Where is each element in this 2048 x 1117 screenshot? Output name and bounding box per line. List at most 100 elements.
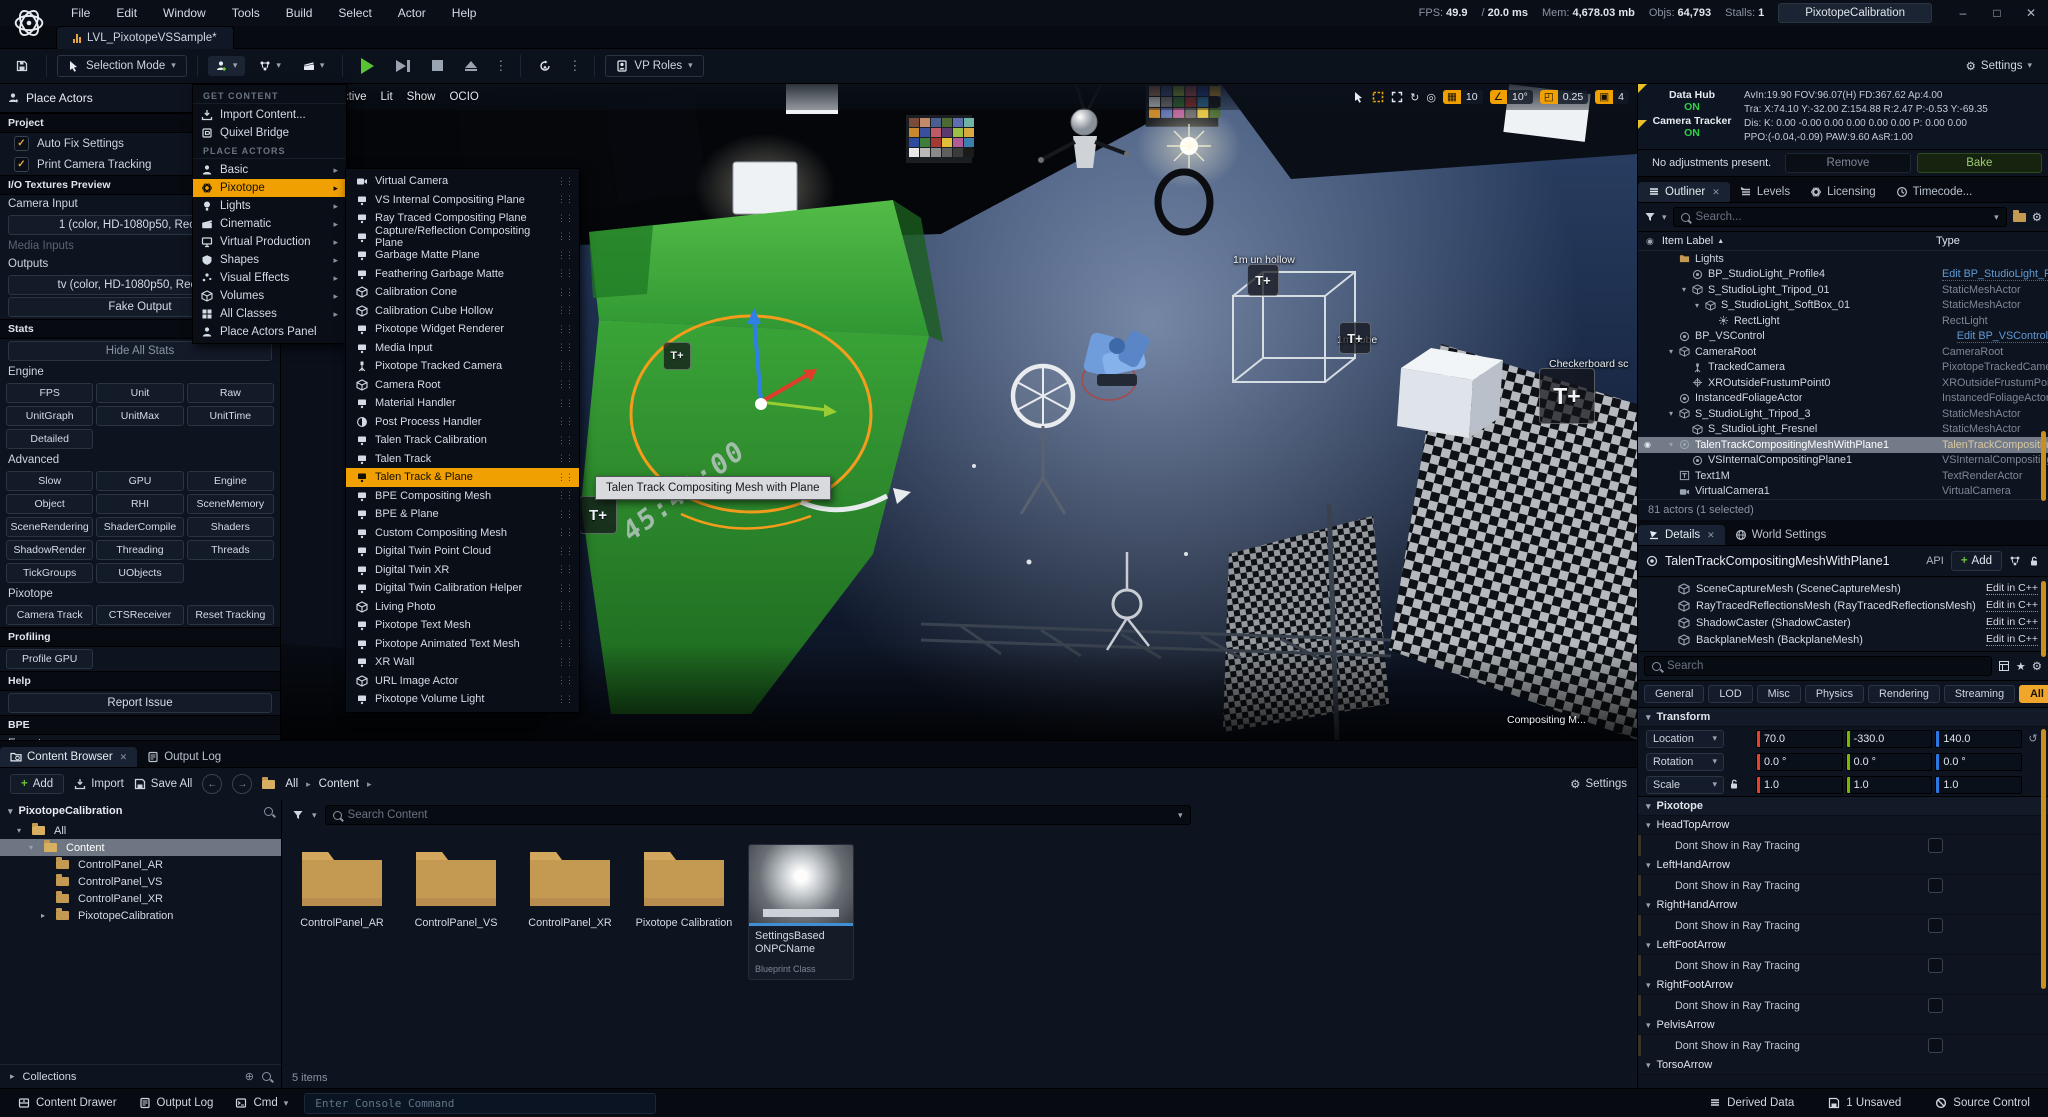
arrow-section-header[interactable]: ▾RightFootArrow	[1638, 976, 2048, 995]
content-folder[interactable]: Pixotope Calibration	[634, 844, 734, 930]
drag-handle-icon[interactable]: ⋮⋮	[557, 694, 573, 705]
expander-icon[interactable]: ▾	[1669, 347, 1679, 356]
drag-handle-icon[interactable]: ⋮⋮	[557, 453, 573, 464]
transform-value-input[interactable]: 70.0	[1756, 730, 1843, 748]
menu-file[interactable]: File	[58, 0, 103, 26]
new-folder-icon[interactable]	[2013, 213, 2026, 222]
submenu-item[interactable]: XR Wall⋮⋮	[346, 653, 579, 672]
outliner-row[interactable]: S_StudioLight_FresnelStaticMeshActor	[1638, 422, 2048, 438]
stat-button[interactable]: ShadowRender	[6, 540, 93, 560]
eye-column-icon[interactable]: ◉	[1646, 236, 1654, 247]
tab-details[interactable]: Details✕	[1638, 525, 1725, 545]
statusbar-1-unsaved[interactable]: 1 Unsaved	[1820, 1094, 1909, 1112]
drag-handle-icon[interactable]: ⋮⋮	[557, 583, 573, 594]
stat-button[interactable]: SceneMemory	[187, 494, 274, 514]
submenu-item[interactable]: Garbage Matte Plane⋮⋮	[346, 246, 579, 265]
checkbox[interactable]: ✓	[14, 136, 29, 151]
drag-handle-icon[interactable]: ⋮⋮	[557, 176, 573, 187]
arrow-section-header[interactable]: ▾LeftHandArrow	[1638, 856, 2048, 875]
menu-item[interactable]: Place Actors Panel	[193, 323, 346, 341]
vp-roles-selector[interactable]: VP Roles ▾	[605, 55, 703, 77]
filter-pill-all[interactable]: All	[2019, 685, 2048, 703]
forward-button[interactable]: →	[232, 774, 252, 794]
save-all-button[interactable]: Save All	[134, 778, 193, 790]
stat-button[interactable]: GPU	[96, 471, 183, 491]
outliner-row[interactable]: XROutsideFrustumPoint0XROutsideFrustumPo…	[1638, 375, 2048, 391]
drag-handle-icon[interactable]: ⋮⋮	[557, 416, 573, 427]
stat-button[interactable]: Slow	[6, 471, 93, 491]
transform-value-input[interactable]: -330.0	[1846, 730, 1933, 748]
cinematics-button[interactable]: ▾	[295, 56, 333, 76]
world-space-icon[interactable]: ◎	[1426, 91, 1436, 104]
outliner-row[interactable]: BP_StudioLight_Profile4Edit BP_StudioLig…	[1638, 267, 2048, 283]
gear-icon[interactable]: ⚙	[2032, 659, 2042, 673]
checkbox[interactable]	[1928, 1038, 1943, 1053]
outliner-row[interactable]: RectLightRectLight	[1638, 313, 2048, 329]
panel-button[interactable]: Hide All Stats	[8, 341, 272, 361]
cycle-transform-icon[interactable]: ↻	[1410, 91, 1419, 104]
breadcrumb-item[interactable]: Content	[319, 778, 359, 790]
menu-item[interactable]: Cinematic▸	[193, 215, 346, 233]
stat-button[interactable]: CTSReceiver	[96, 605, 183, 625]
collections-section[interactable]: ▸ Collections ⊕	[0, 1064, 281, 1088]
outliner-scrollbar[interactable]	[2041, 431, 2046, 501]
tree-item-content[interactable]: ▾Content	[0, 839, 281, 856]
drag-handle-icon[interactable]: ⋮⋮	[557, 527, 573, 538]
stat-button[interactable]: UnitTime	[187, 406, 274, 426]
restore-button[interactable]: □	[1980, 0, 2014, 26]
arrow-section-header[interactable]: ▾PelvisArrow	[1638, 1016, 2048, 1035]
search-icon[interactable]	[262, 1072, 271, 1081]
stat-button[interactable]: Detailed	[6, 429, 93, 449]
transform-axis-selector[interactable]: Location▾	[1646, 730, 1724, 748]
stat-button[interactable]: TickGroups	[6, 563, 93, 583]
stat-button[interactable]: UObjects	[96, 563, 183, 583]
outliner-row[interactable]: VSInternalCompositingPlane1VSInternalCom…	[1638, 453, 2048, 469]
import-button[interactable]: Import	[74, 778, 124, 790]
submenu-item[interactable]: Virtual Camera⋮⋮	[346, 172, 579, 191]
breadcrumb-item[interactable]: All	[285, 778, 298, 790]
eye-icon[interactable]: ◉	[1644, 440, 1656, 449]
drag-handle-icon[interactable]: ⋮⋮	[557, 361, 573, 372]
console-input[interactable]: Enter Console Command	[304, 1093, 656, 1114]
display-options-icon[interactable]	[1998, 660, 2010, 672]
play-button[interactable]	[353, 54, 382, 78]
drag-handle-icon[interactable]: ⋮⋮	[557, 620, 573, 631]
gear-icon[interactable]: ⚙	[2032, 210, 2042, 224]
stat-button[interactable]: Reset Tracking	[187, 605, 274, 625]
close-button[interactable]: ✕	[2014, 0, 2048, 26]
edit-in-cpp-link[interactable]: Edit in C++	[1986, 633, 2038, 646]
project-name-button[interactable]: PixotopeCalibration	[1778, 3, 1932, 23]
content-folder[interactable]: ControlPanel_XR	[520, 844, 620, 930]
tree-item-controlpanel_vs[interactable]: ControlPanel_VS	[0, 873, 281, 890]
drag-handle-icon[interactable]: ⋮⋮	[557, 472, 573, 483]
stat-button[interactable]: Engine	[187, 471, 274, 491]
drag-handle-icon[interactable]: ⋮⋮	[557, 564, 573, 575]
submenu-item[interactable]: Digital Twin XR⋮⋮	[346, 561, 579, 580]
snap-control[interactable]: ∠10°	[1490, 90, 1533, 104]
stat-button[interactable]: Shaders	[187, 517, 274, 537]
outliner-row[interactable]: InstancedFoliageActorInstancedFoliageAct…	[1638, 391, 2048, 407]
tab-content-browser[interactable]: Content Browser✕	[0, 747, 137, 767]
stat-button[interactable]: Camera Track	[6, 605, 93, 625]
arrow-section-header[interactable]: ▾TorsoArrow	[1638, 1056, 2048, 1075]
submenu-item[interactable]: Digital Twin Point Cloud⋮⋮	[346, 542, 579, 561]
tab-output-log[interactable]: Output Log	[137, 747, 231, 767]
transform-value-input[interactable]: 1.0	[1935, 776, 2022, 794]
tab-levels[interactable]: Levels	[1730, 182, 1800, 202]
stat-button[interactable]: UnitGraph	[6, 406, 93, 426]
outliner-item-type[interactable]: Edit BP_VSControl	[1957, 330, 2048, 343]
submenu-item[interactable]: Capture/Reflection Compositing Plane⋮⋮	[346, 228, 579, 247]
sources-header[interactable]: ▾ PixotopeCalibration	[0, 800, 281, 822]
filter-pill-streaming[interactable]: Streaming	[1944, 685, 2015, 703]
stat-button[interactable]: Unit	[96, 383, 183, 403]
outliner-item-type[interactable]: Edit BP_StudioLight_Profile4	[1942, 268, 2048, 281]
column-type-label[interactable]: Type	[1936, 235, 2040, 247]
content-folder[interactable]: ControlPanel_AR	[292, 844, 392, 930]
add-component-button[interactable]: +Add	[1951, 551, 2002, 571]
close-icon[interactable]: ✕	[1707, 530, 1715, 541]
component-row[interactable]: RayTracedReflectionsMesh (RayTracedRefle…	[1638, 597, 2048, 614]
expander-icon[interactable]: ▸	[41, 911, 51, 920]
frame-skip-button[interactable]	[388, 56, 418, 76]
details-scrollbar[interactable]	[2041, 729, 2046, 989]
play-options-kebab[interactable]: ⋮	[491, 58, 510, 74]
